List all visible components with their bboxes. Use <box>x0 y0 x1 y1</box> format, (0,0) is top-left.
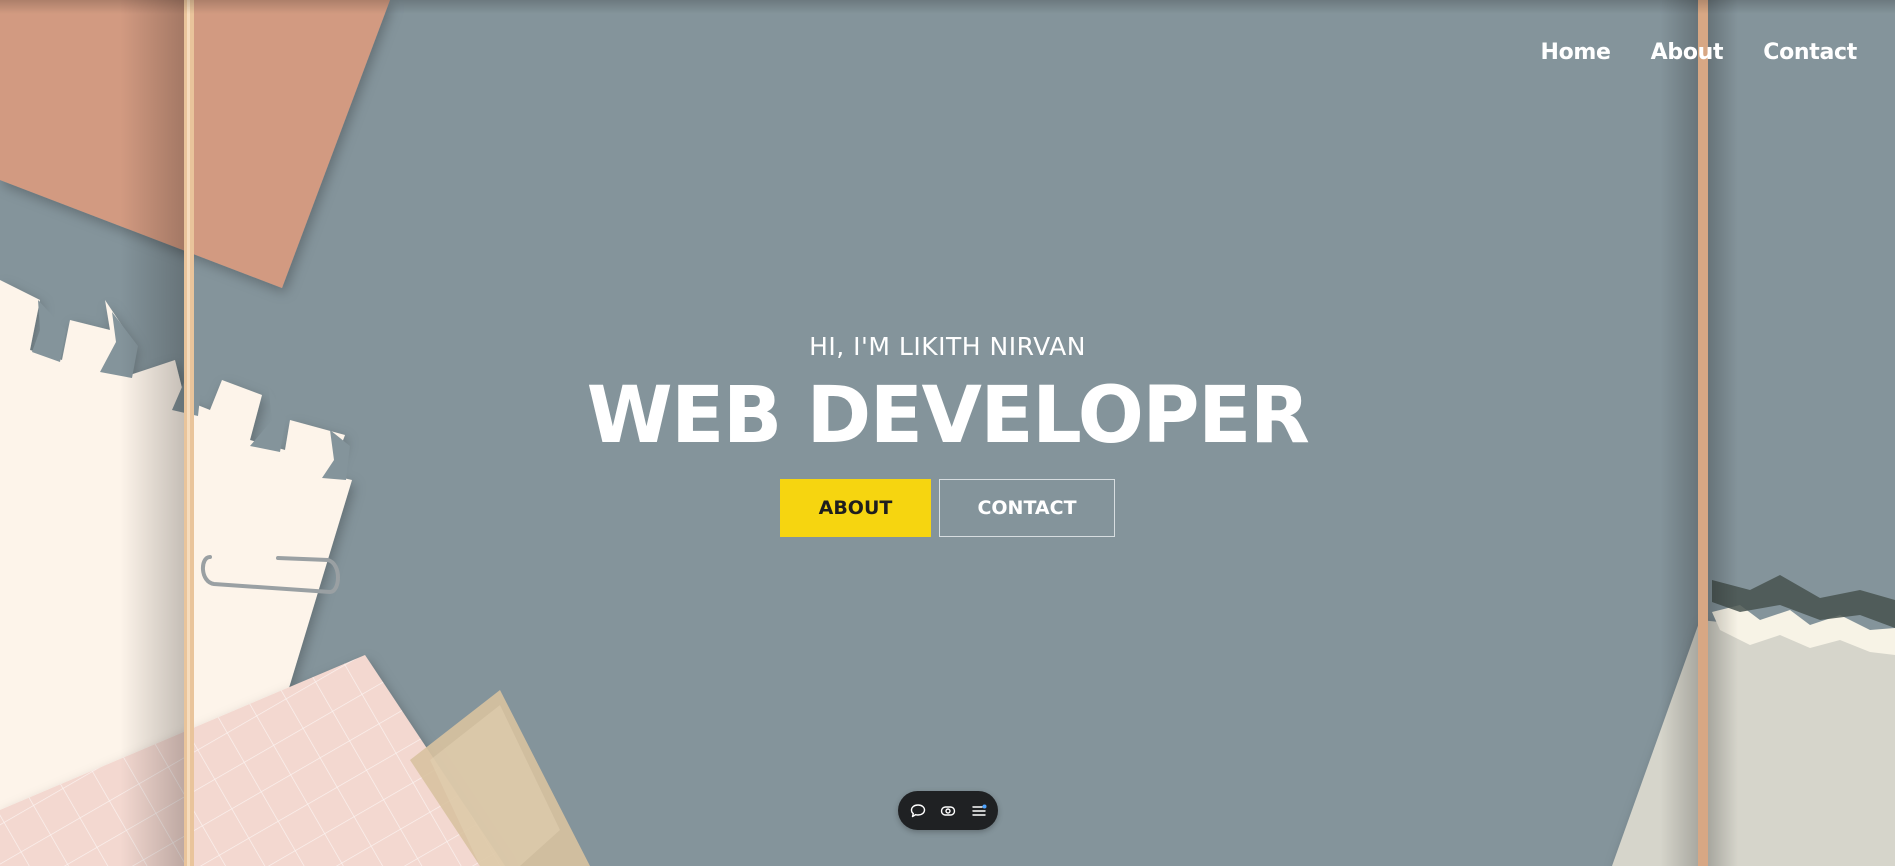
hero-buttons: ABOUT CONTACT <box>0 479 1895 537</box>
floating-toolbar <box>898 791 998 830</box>
page: Home About Contact HI, I'M LIKITH NIRVAN… <box>0 0 1895 866</box>
nav-about[interactable]: About <box>1651 40 1724 65</box>
nav-home[interactable]: Home <box>1541 40 1611 65</box>
grid-paper <box>0 655 505 866</box>
hero-title: WEB DEVELOPER <box>586 371 1310 461</box>
chat-icon[interactable] <box>907 800 929 822</box>
about-button[interactable]: ABOUT <box>780 479 931 537</box>
hero-subtitle: HI, I'M LIKITH NIRVAN <box>809 332 1086 361</box>
contact-button[interactable]: CONTACT <box>939 479 1115 537</box>
menu-icon[interactable] <box>968 800 990 822</box>
paperclip <box>201 555 340 595</box>
tape <box>410 690 590 866</box>
nav-contact[interactable]: Contact <box>1763 40 1857 65</box>
eye-icon[interactable] <box>937 800 959 822</box>
main-nav: Home About Contact <box>1541 40 1858 65</box>
peach-paper <box>0 0 390 288</box>
grey-paper <box>1612 620 1895 866</box>
hero-section: HI, I'M LIKITH NIRVAN WEB DEVELOPER ABOU… <box>0 332 1895 537</box>
top-shadow <box>0 0 1895 14</box>
